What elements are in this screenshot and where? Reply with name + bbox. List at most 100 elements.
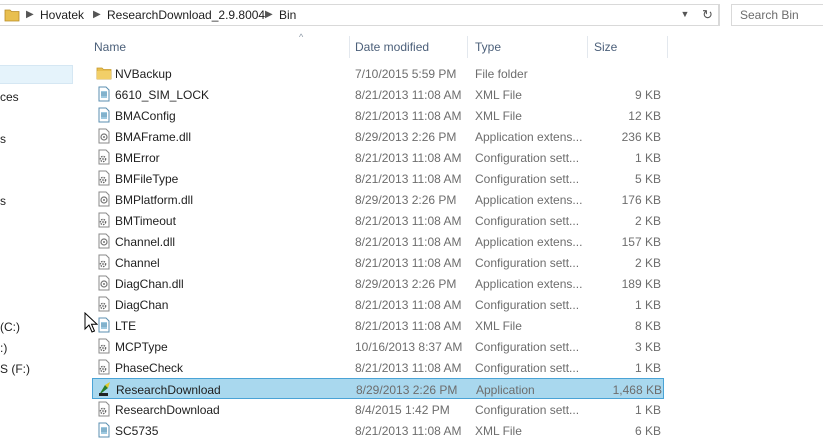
- file-row[interactable]: BMAConfig 8/21/2013 11:08 AM XML File 12 KB: [92, 105, 664, 126]
- navigation-pane[interactable]: ces s s (C:) :) S (F:): [0, 32, 86, 440]
- file-row[interactable]: PhaseCheck 8/21/2013 11:08 AM Configuratio…: [92, 357, 664, 378]
- file-name: ResearchDownload: [115, 403, 220, 417]
- file-name: DiagChan: [115, 298, 169, 312]
- file-date-modified: 8/21/2013 11:08 AM: [355, 109, 462, 123]
- file-name: ResearchDownload: [116, 383, 221, 397]
- file-date-modified: 8/21/2013 11:08 AM: [355, 256, 462, 270]
- nav-drive[interactable]: :): [0, 341, 7, 355]
- config-file-icon: [96, 170, 112, 186]
- file-size: 1 KB: [634, 151, 661, 165]
- breadcrumb-separator-icon[interactable]: ▶: [26, 9, 34, 20]
- file-row[interactable]: ResearchDownload 8/29/2013 2:26 PM Applica…: [92, 378, 664, 399]
- nav-selected-item[interactable]: [0, 65, 73, 84]
- file-date-modified: 8/21/2013 11:08 AM: [355, 361, 462, 375]
- file-name: DiagChan.dll: [115, 277, 184, 291]
- file-type: Configuration sett...: [475, 298, 580, 312]
- column-divider[interactable]: [667, 36, 668, 58]
- dll-file-icon: [96, 275, 112, 291]
- file-size: 5 KB: [634, 172, 661, 186]
- file-date-modified: 8/29/2013 2:26 PM: [356, 383, 458, 397]
- file-date-modified: 8/21/2013 11:08 AM: [355, 214, 462, 228]
- xml-file-icon: [96, 107, 112, 123]
- nav-item-label[interactable]: s: [0, 132, 6, 146]
- file-row[interactable]: Channel.dll 8/21/2013 11:08 AM Application…: [92, 231, 664, 252]
- file-date-modified: 8/21/2013 11:08 AM: [355, 235, 462, 249]
- file-row[interactable]: NVBackup 7/10/2015 5:59 PM File folder: [92, 63, 664, 84]
- file-row[interactable]: DiagChan 8/21/2013 11:08 AM Configuration …: [92, 294, 664, 315]
- file-date-modified: 8/21/2013 11:08 AM: [355, 151, 462, 165]
- breadcrumb-bin[interactable]: Bin: [279, 8, 296, 22]
- file-date-modified: 8/4/2015 1:42 PM: [355, 403, 450, 417]
- nav-drive-f[interactable]: S (F:): [0, 362, 30, 376]
- file-size: 9 KB: [634, 88, 661, 102]
- file-size: 1,468 KB: [612, 383, 662, 397]
- nav-item-label[interactable]: s: [0, 194, 6, 208]
- sort-ascending-icon: ^: [299, 32, 304, 42]
- nav-drive-c[interactable]: (C:): [0, 320, 20, 334]
- file-type: XML File: [475, 109, 522, 123]
- column-header-type[interactable]: Type: [475, 40, 501, 54]
- breadcrumb-hovatek[interactable]: Hovatek: [40, 8, 84, 22]
- dll-file-icon: [96, 191, 112, 207]
- file-size: 2 KB: [634, 256, 661, 270]
- file-row[interactable]: BMAFrame.dll 8/29/2013 2:26 PM Application…: [92, 126, 664, 147]
- config-file-icon: [96, 212, 112, 228]
- folder-icon: [4, 8, 20, 25]
- file-list: NVBackup 7/10/2015 5:59 PM File folder 6610…: [86, 63, 823, 440]
- file-row[interactable]: 6610_SIM_LOCK 8/21/2013 11:08 AM XML File 9…: [92, 84, 664, 105]
- file-size: 236 KB: [621, 130, 661, 144]
- refresh-button[interactable]: ↻: [697, 4, 719, 26]
- file-date-modified: 10/16/2013 8:37 AM: [355, 340, 463, 354]
- file-size: 3 KB: [634, 340, 661, 354]
- file-date-modified: 8/21/2013 11:08 AM: [355, 172, 462, 186]
- breadcrumb-separator-icon[interactable]: ▶: [265, 9, 273, 20]
- file-size: 12 KB: [628, 109, 661, 123]
- column-header-size[interactable]: Size: [594, 40, 617, 54]
- file-name: Channel.dll: [115, 235, 176, 249]
- file-row[interactable]: BMError 8/21/2013 11:08 AM Configuration s…: [92, 147, 664, 168]
- file-row[interactable]: BMFileType 8/21/2013 11:08 AM Configuratio…: [92, 168, 664, 189]
- file-date-modified: 8/29/2013 2:26 PM: [355, 277, 457, 291]
- file-type: Application extens...: [475, 193, 583, 207]
- file-size: 1 KB: [634, 298, 661, 312]
- file-date-modified: 8/21/2013 11:08 AM: [355, 319, 462, 333]
- file-date-modified: 8/21/2013 11:08 AM: [355, 424, 462, 438]
- nav-item-label[interactable]: ces: [0, 90, 19, 104]
- file-row[interactable]: ResearchDownload 8/4/2015 1:42 PM Configur…: [92, 399, 664, 420]
- file-row[interactable]: Channel 8/21/2013 11:08 AM Configuration s…: [92, 252, 664, 273]
- file-type: Application extens...: [475, 235, 583, 249]
- xml-file-icon: [96, 86, 112, 102]
- column-divider[interactable]: [467, 36, 468, 58]
- file-row[interactable]: SC5735 8/21/2013 11:08 AM XML File 6 KB: [92, 420, 664, 440]
- file-row[interactable]: BMTimeout 8/21/2013 11:08 AM Configuration…: [92, 210, 664, 231]
- file-row[interactable]: MCPType 10/16/2013 8:37 AM Configuration s…: [92, 336, 664, 357]
- file-type: Configuration sett...: [475, 151, 580, 165]
- dll-file-icon: [96, 233, 112, 249]
- config-file-icon: [96, 149, 112, 165]
- file-date-modified: 8/29/2013 2:26 PM: [355, 130, 457, 144]
- mouse-cursor-icon: [84, 312, 98, 333]
- file-date-modified: 8/21/2013 11:08 AM: [355, 88, 462, 102]
- column-header-name[interactable]: Name: [94, 40, 126, 54]
- column-divider[interactable]: [349, 36, 350, 58]
- column-header-date[interactable]: Date modified: [355, 40, 429, 54]
- config-file-icon: [96, 359, 112, 375]
- breadcrumb-separator-icon[interactable]: ▶: [93, 9, 101, 20]
- address-bar[interactable]: ▶ Hovatek ▶ ResearchDownload_2.9.8004 ▶ …: [0, 4, 720, 26]
- search-input[interactable]: Search Bin: [731, 4, 823, 26]
- file-date-modified: 8/21/2013 11:08 AM: [355, 298, 462, 312]
- file-type: Configuration sett...: [475, 172, 580, 186]
- file-name: BMPlatform.dll: [115, 193, 194, 207]
- file-size: 6 KB: [634, 424, 661, 438]
- column-divider[interactable]: [587, 36, 588, 58]
- file-row[interactable]: LTE 8/21/2013 11:08 AM XML File 8 KB: [92, 315, 664, 336]
- config-file-icon: [96, 401, 112, 417]
- address-history-dropdown-icon[interactable]: ▼: [678, 9, 692, 19]
- file-name: BMAFrame.dll: [115, 130, 192, 144]
- file-row[interactable]: BMPlatform.dll 8/29/2013 2:26 PM Applicati…: [92, 189, 664, 210]
- breadcrumb-researchdownload[interactable]: ResearchDownload_2.9.8004: [107, 8, 265, 22]
- file-type: File folder: [475, 67, 528, 81]
- file-row[interactable]: DiagChan.dll 8/29/2013 2:26 PM Application…: [92, 273, 664, 294]
- file-type: Configuration sett...: [475, 256, 580, 270]
- file-type: XML File: [475, 88, 522, 102]
